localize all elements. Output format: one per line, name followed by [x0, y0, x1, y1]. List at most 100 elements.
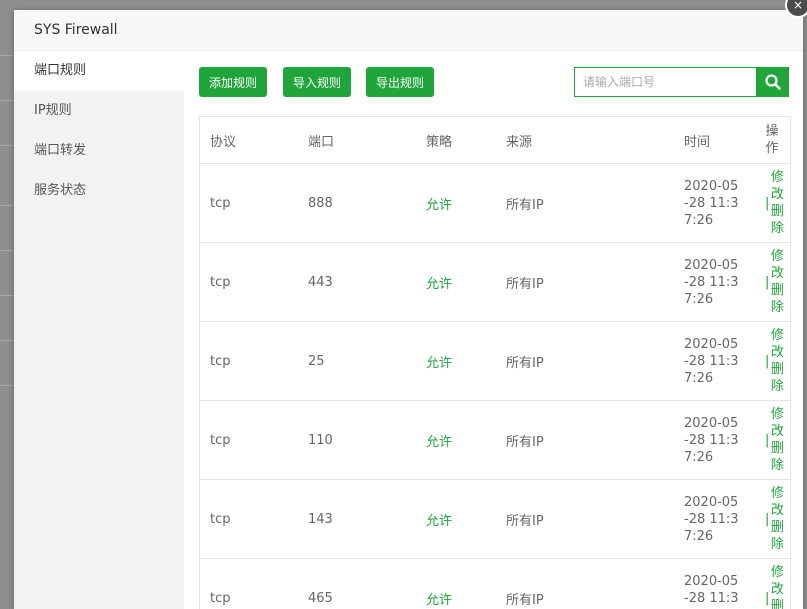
background-divider	[0, 55, 14, 56]
cell-port: 443	[308, 274, 333, 290]
cell-policy: 允许	[426, 197, 453, 213]
cell-time-wrap: 2020-05-28 11:37:26	[684, 322, 740, 400]
ops-separator: |	[765, 195, 770, 211]
header-source: 来源	[506, 134, 533, 150]
cell-time: 2020-05-28 11:37:26	[684, 415, 739, 465]
cell-ops: | 修改 删除	[765, 559, 785, 609]
table-row: tcp 25 允许 所有IP 2020-05-28 11:37:26 | 修改 …	[200, 322, 790, 401]
header-ops-cell: 操作	[765, 117, 785, 163]
sidebar-item-port-rules[interactable]: 端口规则	[14, 51, 184, 91]
search-button[interactable]	[756, 67, 789, 97]
sidebar-item-port-forwarding[interactable]: 端口转发	[14, 131, 184, 171]
sidebar-item-ip-rules[interactable]: IP规则	[14, 91, 184, 131]
ops-separator: |	[765, 432, 770, 448]
cell-ops: | 修改 删除	[765, 401, 785, 479]
firewall-modal: SYS Firewall 端口规则 IP规则 端口转发 服务状态 添加规则 导入…	[14, 10, 803, 609]
cell-time-wrap: 2020-05-28 11:37:26	[684, 401, 740, 479]
cell-protocol: tcp	[210, 274, 231, 290]
cell-time: 2020-05-28 11:37:26	[684, 336, 739, 386]
cell-source: 所有IP	[506, 592, 544, 608]
delete-link[interactable]: 删除	[770, 598, 784, 609]
background-divider	[0, 385, 14, 386]
cell-time-wrap: 2020-05-28 11:37:26	[684, 559, 740, 609]
cell-source: 所有IP	[506, 513, 544, 529]
table-header-row: 协议 端口 策略 来源 时间 操作	[200, 117, 790, 164]
table-row: tcp 465 允许 所有IP 2020-05-28 11:37:26 | 修改…	[200, 559, 790, 609]
cell-policy: 允许	[426, 513, 453, 529]
delete-link[interactable]: 删除	[770, 361, 784, 395]
delete-link[interactable]: 删除	[770, 519, 784, 553]
cell-source: 所有IP	[506, 434, 544, 450]
cell-time: 2020-05-28 11:37:26	[684, 494, 739, 544]
cell-time-wrap: 2020-05-28 11:37:26	[684, 243, 740, 321]
table-row: tcp 888 允许 所有IP 2020-05-28 11:37:26 | 修改…	[200, 164, 790, 243]
table-row: tcp 110 允许 所有IP 2020-05-28 11:37:26 | 修改…	[200, 401, 790, 480]
cell-source: 所有IP	[506, 276, 544, 292]
background-divider	[0, 250, 14, 251]
edit-link[interactable]: 修改	[770, 485, 784, 519]
toolbar: 添加规则 导入规则 导出规则	[199, 51, 803, 106]
port-rules-table: 协议 端口 策略 来源 时间 操作 tcp 888 允许 所有IP 2020-0…	[199, 116, 791, 609]
header-policy: 策略	[426, 134, 453, 150]
sidebar-item-service-status[interactable]: 服务状态	[14, 171, 184, 211]
header-protocol: 协议	[210, 134, 237, 150]
import-rules-button[interactable]: 导入规则	[283, 67, 352, 97]
sidebar-item-label: 服务状态	[34, 183, 87, 198]
cell-time: 2020-05-28 11:37:26	[684, 573, 739, 609]
background-divider	[0, 100, 14, 101]
port-search-input[interactable]	[574, 67, 757, 97]
modal-title: SYS Firewall	[34, 22, 118, 38]
cell-time-wrap: 2020-05-28 11:37:26	[684, 164, 740, 242]
cell-time: 2020-05-28 11:37:26	[684, 257, 739, 307]
header-port: 端口	[308, 134, 335, 150]
add-rule-button[interactable]: 添加规则	[199, 67, 268, 97]
cell-ops: | 修改 删除	[765, 243, 785, 321]
cell-time: 2020-05-28 11:37:26	[684, 178, 739, 228]
cell-protocol: tcp	[210, 353, 231, 369]
background-divider	[0, 295, 14, 296]
edit-link[interactable]: 修改	[770, 406, 784, 440]
table-row: tcp 443 允许 所有IP 2020-05-28 11:37:26 | 修改…	[200, 243, 790, 322]
ops-separator: |	[765, 353, 770, 369]
edit-link[interactable]: 修改	[770, 327, 784, 361]
sidebar: 端口规则 IP规则 端口转发 服务状态	[14, 51, 184, 609]
cell-protocol: tcp	[210, 195, 231, 211]
cell-ops: | 修改 删除	[765, 480, 785, 558]
background-divider	[0, 205, 14, 206]
delete-link[interactable]: 删除	[770, 203, 784, 237]
edit-link[interactable]: 修改	[770, 248, 784, 282]
cell-port: 25	[308, 353, 325, 369]
delete-link[interactable]: 删除	[770, 440, 784, 474]
cell-port: 110	[308, 432, 333, 448]
delete-link[interactable]: 删除	[770, 282, 784, 316]
main-content: 添加规则 导入规则 导出规则 协议 端口 策略 来源 时间	[199, 51, 803, 609]
cell-protocol: tcp	[210, 511, 231, 527]
table-row: tcp 143 允许 所有IP 2020-05-28 11:37:26 | 修改…	[200, 480, 790, 559]
modal-header: SYS Firewall	[14, 10, 803, 51]
cell-port: 143	[308, 511, 333, 527]
cell-ops: | 修改 删除	[765, 322, 785, 400]
sidebar-item-label: 端口转发	[34, 143, 87, 158]
header-time: 时间	[684, 134, 711, 150]
header-ops: 操作	[765, 124, 779, 156]
cell-policy: 允许	[426, 592, 453, 608]
search-box	[574, 67, 789, 97]
sidebar-item-label: IP规则	[34, 103, 72, 118]
cell-time-wrap: 2020-05-28 11:37:26	[684, 480, 740, 558]
cell-port: 888	[308, 195, 333, 211]
cell-protocol: tcp	[210, 432, 231, 448]
edit-link[interactable]: 修改	[770, 564, 784, 598]
cell-source: 所有IP	[506, 197, 544, 213]
cell-policy: 允许	[426, 434, 453, 450]
cell-policy: 允许	[426, 355, 453, 371]
ops-separator: |	[765, 590, 770, 606]
ops-separator: |	[765, 511, 770, 527]
cell-port: 465	[308, 590, 333, 606]
cell-ops: | 修改 删除	[765, 164, 785, 242]
background-divider	[0, 340, 14, 341]
edit-link[interactable]: 修改	[770, 169, 784, 203]
close-icon: ×	[792, 0, 804, 12]
export-rules-button[interactable]: 导出规则	[366, 67, 435, 97]
cell-protocol: tcp	[210, 590, 231, 606]
search-icon	[765, 74, 781, 90]
